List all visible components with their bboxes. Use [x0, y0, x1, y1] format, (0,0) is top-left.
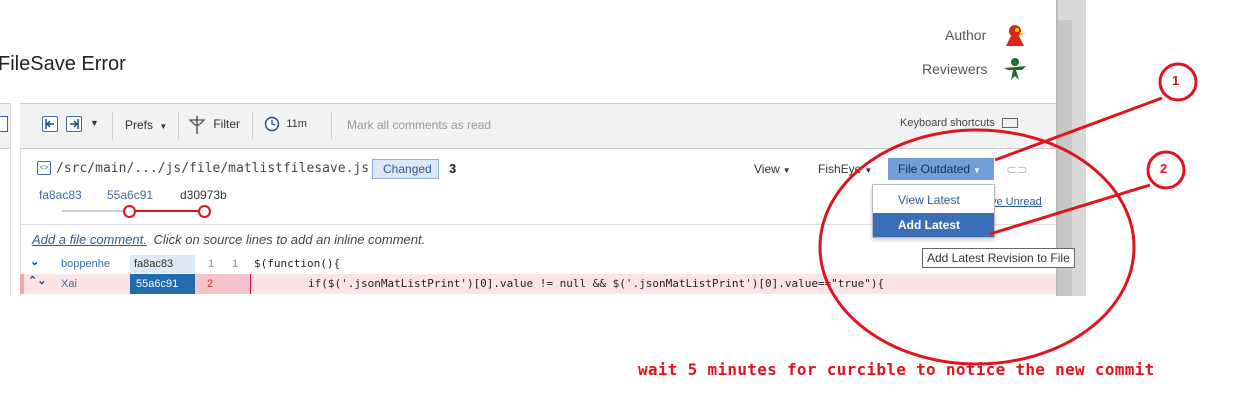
- annotation-arrow-1: [994, 96, 1163, 162]
- annotation-overlay: [818, 62, 1198, 366]
- annotation-ellipse: [818, 128, 1136, 366]
- annotation-note: wait 5 minutes for curcible to notice th…: [638, 360, 1155, 379]
- annotation-marker-2: 2: [1160, 161, 1168, 176]
- annotation-marker-1: 1: [1172, 73, 1180, 88]
